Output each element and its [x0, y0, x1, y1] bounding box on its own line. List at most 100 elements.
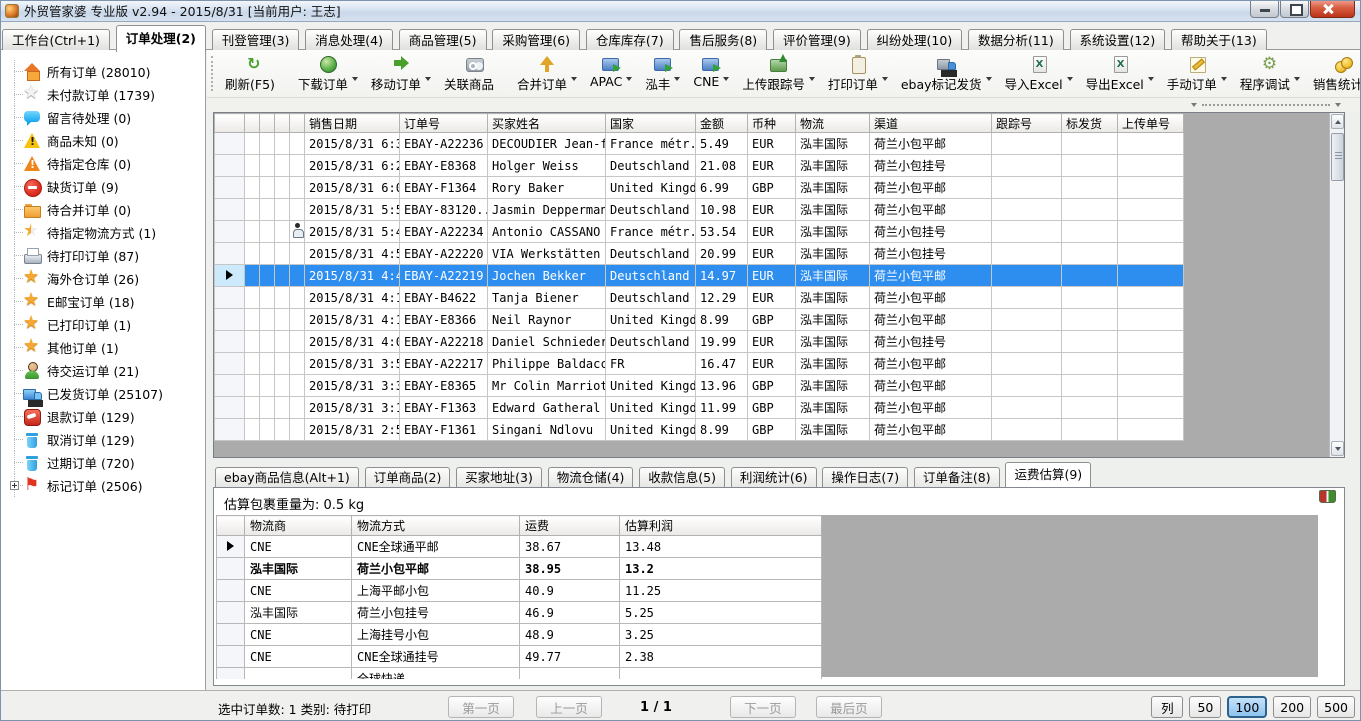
- page-size-option[interactable]: 50: [1189, 696, 1221, 718]
- col-marked[interactable]: 标发货: [1062, 114, 1118, 133]
- freight-row[interactable]: 泓丰国际 荷兰小包平邮 38.95 13.2: [217, 558, 822, 580]
- toolbar-button[interactable]: 关联商品: [438, 53, 510, 95]
- table-row[interactable]: 2015/8/31 4:16 EBAY-B4622 Tanja Biener D…: [215, 287, 1184, 309]
- last-page-button[interactable]: 最后页: [816, 696, 882, 718]
- col-method[interactable]: 物流方式: [352, 516, 520, 536]
- next-page-button[interactable]: 下一页: [730, 696, 796, 718]
- prev-page-button[interactable]: 上一页: [536, 696, 602, 718]
- toolbar-button[interactable]: 导入Excel: [999, 53, 1079, 95]
- freight-row[interactable]: CNE 上海平邮小包 40.9 11.25: [217, 580, 822, 602]
- page-size-option[interactable]: 100: [1227, 696, 1267, 718]
- table-row[interactable]: 2015/8/31 4:53 EBAY-A22220 VIA Werkstätt…: [215, 243, 1184, 265]
- first-page-button[interactable]: 第一页: [448, 696, 514, 718]
- sidebar-item[interactable]: 已发货订单 (25107): [0, 382, 205, 405]
- detail-tab[interactable]: 利润统计(6): [731, 467, 817, 489]
- freight-row[interactable]: 泓丰国际 荷兰小包挂号 46.9 5.25: [217, 602, 822, 624]
- table-row[interactable]: 2015/8/31 5:59 EBAY-83120... Jasmin Depp…: [215, 199, 1184, 221]
- table-row[interactable]: 2015/8/31 4:46 EBAY-A22219 Jochen Bekker…: [215, 265, 1184, 287]
- toolbar-button[interactable]: 程序调试: [1234, 53, 1306, 95]
- detail-tab[interactable]: 买家地址(3): [456, 467, 542, 489]
- dropdown-arrow-icon[interactable]: [571, 77, 577, 81]
- table-row[interactable]: 2015/8/31 6:08 EBAY-F1364 Rory Baker Uni…: [215, 177, 1184, 199]
- detail-tab[interactable]: 订单商品(2): [365, 467, 451, 489]
- dropdown-arrow-icon[interactable]: [626, 77, 632, 81]
- expand-icon[interactable]: [10, 481, 19, 490]
- dropdown-arrow-icon[interactable]: [425, 77, 431, 81]
- toolbar-button[interactable]: ebay标记发货: [895, 53, 998, 95]
- dropdown-arrow-icon[interactable]: [1148, 77, 1154, 81]
- book-icon[interactable]: [1319, 490, 1336, 503]
- dropdown-arrow-icon[interactable]: [882, 77, 888, 81]
- columns-button[interactable]: 列: [1151, 696, 1183, 718]
- close-button[interactable]: [1310, 0, 1355, 18]
- scrollbar-thumb[interactable]: [1331, 133, 1344, 181]
- toolbar-grip-icon[interactable]: [211, 56, 214, 91]
- dropdown-arrow-icon[interactable]: [1067, 77, 1073, 81]
- table-row[interactable]: 2015/8/31 3:18 EBAY-F1363 Edward Gathera…: [215, 397, 1184, 419]
- col-amount[interactable]: 金额: [696, 114, 748, 133]
- table-row[interactable]: 2015/8/31 6:28 EBAY-E8368 Holger Weiss D…: [215, 155, 1184, 177]
- sidebar-item[interactable]: 取消订单 (129): [0, 428, 205, 451]
- sidebar-item[interactable]: 未付款订单 (1739): [0, 83, 205, 106]
- col-buyer[interactable]: 买家姓名: [488, 114, 606, 133]
- toolbar-button[interactable]: 销售统计: [1307, 53, 1361, 95]
- detail-tab[interactable]: 订单备注(8): [914, 467, 1000, 489]
- freight-row[interactable]: CNE CNE全球通平邮 38.67 13.48: [217, 536, 822, 558]
- sidebar-item[interactable]: 留言待处理 (0): [0, 106, 205, 129]
- sidebar-item[interactable]: 已打印订单 (1): [0, 313, 205, 336]
- minimize-button[interactable]: [1250, 0, 1279, 18]
- table-row[interactable]: 2015/8/31 2:55 EBAY-F1361 Singani Ndlovu…: [215, 419, 1184, 441]
- toolbar-button[interactable]: 泓丰: [639, 53, 686, 95]
- toolbar-button[interactable]: 打印订单: [822, 53, 894, 95]
- table-row[interactable]: 2015/8/31 4:00 EBAY-A22218 Daniel Schnie…: [215, 331, 1184, 353]
- col-channel[interactable]: 渠道: [870, 114, 992, 133]
- page-size-option[interactable]: 500: [1317, 696, 1355, 718]
- menu-tab[interactable]: 订单处理(2): [116, 25, 206, 52]
- table-row[interactable]: 2015/8/31 3:53 EBAY-A22217 Philippe Bald…: [215, 353, 1184, 375]
- dropdown-arrow-icon[interactable]: [1294, 77, 1300, 81]
- dropdown-arrow-icon[interactable]: [674, 77, 680, 81]
- toolbar-button[interactable]: 移动订单: [365, 53, 437, 95]
- sidebar-item[interactable]: 所有订单 (28010): [0, 60, 205, 83]
- sidebar-item[interactable]: 过期订单 (720): [0, 451, 205, 474]
- scroll-up-icon[interactable]: [1331, 114, 1344, 129]
- detail-tab[interactable]: 运费估算(9): [1005, 462, 1091, 487]
- freight-row[interactable]: CNE 上海挂号小包 48.9 3.25: [217, 624, 822, 646]
- sidebar-item[interactable]: 待指定物流方式 (1): [0, 221, 205, 244]
- detail-tab[interactable]: 物流仓储(4): [548, 467, 634, 489]
- freight-row[interactable]: 全球快递: [217, 668, 822, 680]
- toolbar-button[interactable]: 合并订单: [511, 53, 583, 95]
- col-country[interactable]: 国家: [606, 114, 696, 133]
- freight-row[interactable]: CNE CNE全球通挂号 49.77 2.38: [217, 646, 822, 668]
- detail-tab[interactable]: 收款信息(5): [639, 467, 725, 489]
- scroll-down-icon[interactable]: [1331, 441, 1344, 456]
- col-carrier[interactable]: 物流商: [245, 516, 352, 536]
- toolbar-button[interactable]: 导出Excel: [1080, 53, 1160, 95]
- dropdown-arrow-icon[interactable]: [1221, 77, 1227, 81]
- toolbar-button[interactable]: 上传跟踪号: [736, 53, 821, 95]
- sidebar-item[interactable]: 待合并订单 (0): [0, 198, 205, 221]
- table-row[interactable]: 2015/8/31 3:30 EBAY-E8365 Mr Colin Marri…: [215, 375, 1184, 397]
- orders-scrollbar[interactable]: [1329, 113, 1344, 457]
- toolbar-button[interactable]: APAC: [584, 53, 638, 91]
- col-fee[interactable]: 运费: [520, 516, 620, 536]
- toolbar-button[interactable]: 刷新(F5): [219, 53, 291, 95]
- dropdown-arrow-icon[interactable]: [986, 77, 992, 81]
- col-sale-date[interactable]: 销售日期: [305, 114, 400, 133]
- toolbar-button[interactable]: 手动订单: [1161, 53, 1233, 95]
- toolbar-overflow-handle[interactable]: [1191, 100, 1341, 110]
- dropdown-arrow-icon[interactable]: [723, 77, 729, 81]
- col-logistics[interactable]: 物流: [796, 114, 870, 133]
- dropdown-arrow-icon[interactable]: [352, 77, 358, 81]
- col-upload[interactable]: 上传单号: [1118, 114, 1184, 133]
- col-order-no[interactable]: 订单号: [400, 114, 488, 133]
- sidebar-item[interactable]: 待交运订单 (21): [0, 359, 205, 382]
- page-size-option[interactable]: 200: [1273, 696, 1311, 718]
- toolbar-button[interactable]: CNE: [687, 53, 735, 91]
- dropdown-arrow-icon[interactable]: [809, 77, 815, 81]
- table-row[interactable]: 2015/8/31 6:37 EBAY-A22236 DECOUDIER Jea…: [215, 133, 1184, 155]
- sidebar-item[interactable]: 退款订单 (129): [0, 405, 205, 428]
- detail-tab[interactable]: 操作日志(7): [822, 467, 908, 489]
- sidebar-item[interactable]: 待指定仓库 (0): [0, 152, 205, 175]
- maximize-button[interactable]: [1280, 0, 1309, 18]
